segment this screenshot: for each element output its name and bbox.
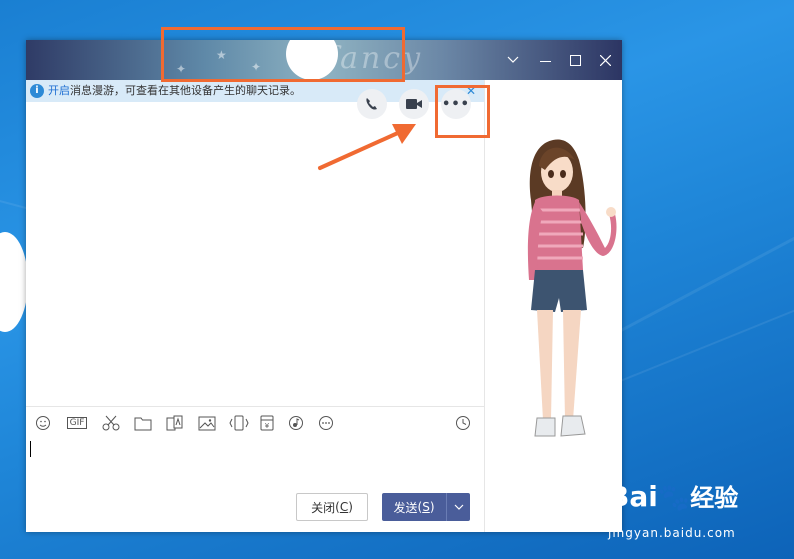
send-label: 发送	[393, 500, 418, 515]
watermark-brand-en: Bai	[608, 480, 658, 513]
video-call-icon	[406, 99, 422, 109]
folder-icon	[134, 417, 152, 430]
emoji-button[interactable]	[32, 412, 54, 434]
voice-call-button[interactable]	[357, 89, 387, 119]
chevron-down-icon	[454, 504, 463, 510]
svg-text:¥: ¥	[265, 422, 270, 430]
chat-window: ★ ✦ ✦ fancy i 开启消息漫游，可查看在其他设备产生的聊天记录。 ✕	[26, 40, 622, 532]
phone-icon	[366, 98, 377, 110]
info-icon: i	[30, 84, 44, 98]
send-options-dropdown[interactable]	[446, 493, 470, 521]
close-icon	[599, 54, 611, 66]
emoji-icon	[36, 416, 50, 430]
history-clock-icon	[456, 416, 470, 430]
screenshot-scissors-icon	[102, 415, 120, 431]
watermark-brand-cn: 经验	[690, 484, 739, 512]
more-icon	[319, 416, 333, 430]
shake-icon	[229, 415, 249, 431]
annotation-arrow	[318, 124, 416, 170]
maximize-icon	[569, 54, 581, 66]
gif-icon: GIF	[66, 417, 88, 429]
message-history-button[interactable]	[452, 412, 474, 434]
paw-icon: 🐾	[657, 483, 691, 513]
chevron-down-icon[interactable]	[502, 49, 524, 71]
enable-roaming-link[interactable]: 开启	[48, 84, 70, 97]
avatar-show-figure	[527, 139, 617, 437]
video-call-button[interactable]	[399, 89, 429, 119]
message-input-caret[interactable]	[30, 441, 31, 457]
more-button-highlight-box	[435, 85, 490, 138]
input-divider	[26, 406, 484, 407]
baidu-jingyan-watermark: Bai🐾经验 jingyan.baidu.com	[604, 478, 794, 559]
screenshot-button[interactable]	[100, 412, 122, 434]
more-tools-button[interactable]	[315, 412, 337, 434]
close-chat-hotkey: C	[339, 500, 349, 514]
music-icon	[289, 416, 303, 430]
notice-message: 消息漫游，可查看在其他设备产生的聊天记录。	[70, 84, 301, 97]
font-style-button[interactable]	[164, 412, 186, 434]
music-button[interactable]	[285, 412, 307, 434]
send-file-button[interactable]	[132, 412, 154, 434]
desktop-highlight	[0, 232, 28, 332]
title-bar-highlight-box	[161, 27, 405, 82]
gif-button[interactable]: GIF	[64, 412, 90, 434]
font-style-icon	[166, 415, 183, 431]
desktop-streak	[620, 297, 794, 382]
shake-button[interactable]	[228, 412, 250, 434]
image-icon	[198, 416, 216, 430]
minimize-icon	[539, 60, 551, 62]
close-chat-button[interactable]: 关闭(C)	[296, 493, 368, 521]
watermark-logo: Bai🐾经验	[608, 478, 738, 513]
side-panel	[484, 80, 622, 532]
send-image-button[interactable]	[196, 412, 218, 434]
send-button[interactable]: 发送(S)	[382, 493, 446, 521]
input-toolbar: GIF ¥	[26, 412, 484, 434]
red-packet-icon: ¥	[260, 415, 274, 431]
send-hotkey: S	[422, 500, 430, 514]
red-packet-button[interactable]: ¥	[256, 412, 278, 434]
close-window-button[interactable]	[594, 49, 616, 71]
close-chat-label: 关闭	[311, 500, 336, 515]
minimize-button[interactable]	[534, 49, 556, 71]
watermark-url: jingyan.baidu.com	[608, 526, 736, 540]
maximize-button[interactable]	[564, 49, 586, 71]
